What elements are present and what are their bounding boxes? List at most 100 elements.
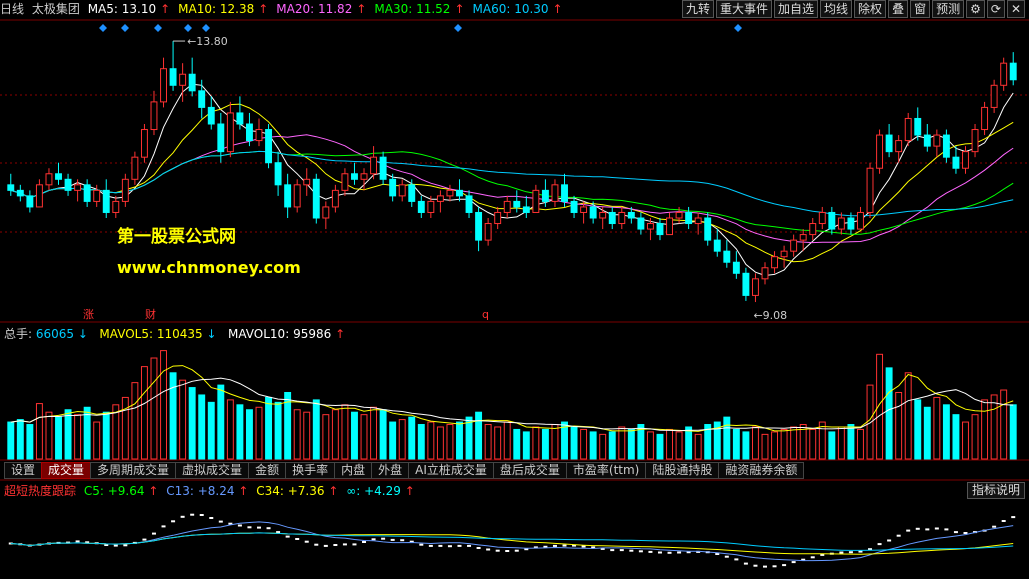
candle-body — [494, 211, 502, 225]
volume-bar — [217, 384, 225, 460]
volume-bar — [398, 419, 406, 460]
candle-body — [818, 211, 826, 225]
tab-item[interactable]: 设置 — [4, 462, 43, 479]
tab-item[interactable]: 多周期成交量 — [90, 462, 177, 479]
refresh-icon[interactable]: ⟳ — [986, 0, 1005, 18]
tab-item[interactable]: 金额 — [248, 462, 287, 479]
tab-item[interactable]: 陆股通持股 — [645, 462, 720, 479]
tab-item[interactable]: 市盈率(ttm) — [565, 462, 647, 479]
candle-body — [341, 173, 349, 191]
indicator-dot — [1001, 520, 1006, 522]
tab-item[interactable]: 外盘 — [371, 462, 410, 479]
indicator-name[interactable]: 超短热度跟踪 — [4, 484, 76, 498]
candle-body — [904, 117, 912, 142]
volume-bar — [971, 414, 979, 460]
volume-bar — [55, 416, 62, 460]
tab-item[interactable]: 盘后成交量 — [492, 462, 567, 479]
tab-item[interactable]: 虚拟成交量 — [175, 462, 250, 479]
volume-bar — [456, 421, 463, 460]
toolbar-button[interactable]: 均线 — [820, 0, 853, 18]
candle-body — [618, 211, 626, 225]
volume-bar — [160, 350, 167, 460]
indicator-tabs: 设置 成交量 多周期成交量 虚拟成交量 金额 换手率 内盘 外盘 AI立桩成交量 盘后成交量 市盈率… — [4, 462, 805, 479]
toolbar-button[interactable]: 叠 — [888, 0, 909, 18]
indicator-dot — [142, 538, 147, 541]
candle-body — [513, 200, 521, 208]
tab-item[interactable]: AI立桩成交量 — [408, 462, 494, 479]
indicator-dot — [457, 544, 462, 547]
candle-body — [484, 223, 492, 241]
candle-body — [1009, 62, 1017, 81]
indicator-dot — [352, 543, 357, 546]
candle-body — [312, 178, 320, 219]
toolbar-button[interactable]: 预测 — [932, 0, 965, 18]
gear-icon[interactable]: ⚙ — [966, 0, 985, 18]
volume-bar — [35, 403, 43, 460]
indicator-dot — [753, 564, 758, 567]
event-label: 涨 — [83, 308, 94, 321]
volume-bar — [580, 428, 588, 460]
candle-body — [828, 211, 836, 230]
indicator-dot — [839, 551, 844, 554]
event-diamond-icon — [734, 24, 742, 32]
candle-body — [1000, 62, 1008, 86]
event-diamond-icon — [121, 24, 129, 32]
indicator-dot — [552, 544, 557, 547]
toolbar-button[interactable]: 加自选 — [774, 0, 819, 18]
toolbar-button[interactable]: 除权 — [854, 0, 887, 18]
indicator-dot — [266, 527, 271, 530]
indicator-dot — [295, 538, 300, 540]
indicator-help-button[interactable]: 指标说明 — [966, 482, 1025, 499]
indicator-dot — [915, 527, 920, 530]
volume-bar — [436, 426, 444, 460]
indicator-dot — [190, 513, 195, 516]
indicator-dot — [925, 528, 930, 531]
volume-bar — [169, 372, 177, 460]
volume-bar — [761, 433, 769, 460]
candle-body — [541, 189, 549, 202]
volume-bar — [866, 384, 874, 460]
tab-item[interactable]: 成交量 — [41, 462, 92, 479]
candle-body — [857, 211, 864, 230]
volume-bar — [102, 411, 110, 460]
candle-body — [26, 195, 34, 208]
volume-bar — [685, 426, 693, 460]
toolbar-button[interactable]: 重大事件 — [716, 0, 773, 18]
volume-bar — [427, 421, 435, 460]
indicator-line — [10, 521, 1014, 562]
volume-bar — [16, 419, 24, 460]
candle-body — [169, 68, 177, 86]
candle-body — [236, 112, 244, 125]
indicator-dot — [371, 538, 376, 541]
toolbar-button[interactable]: 窗 — [910, 0, 931, 18]
volume-bar — [465, 416, 473, 460]
price-chart-header: 日线 太极集团 MA5: 13.10 ↑ MA10: 12.38 ↑ MA20: 11.… — [0, 0, 715, 18]
volume-bar — [150, 357, 158, 460]
candle-body — [446, 189, 454, 197]
total-volume-label: 总手: — [4, 327, 33, 341]
volume-bar — [532, 426, 540, 460]
close-icon[interactable]: ✕ — [1006, 0, 1025, 18]
indicator-dot — [734, 558, 739, 561]
up-arrow-icon: ↑ — [454, 2, 465, 16]
watermark-url: www.chnmoney.com — [117, 258, 301, 277]
volume-bar — [312, 399, 320, 460]
candle-body — [160, 68, 167, 103]
volume-bar — [694, 433, 702, 460]
tab-item[interactable]: 内盘 — [334, 462, 373, 479]
indicator-dot — [419, 543, 424, 546]
tab-item[interactable]: 换手率 — [285, 462, 336, 479]
mavol5-value: 110435 — [156, 327, 203, 341]
indicator-dot — [505, 550, 510, 552]
toolbar-button[interactable]: 九转 — [681, 0, 714, 18]
volume-bar — [265, 396, 273, 460]
candle-body — [207, 106, 215, 125]
tab-item[interactable]: 融资融券余额 — [718, 462, 805, 479]
indicator-dot — [992, 525, 997, 528]
indicator-dot — [333, 544, 338, 546]
candle-body — [217, 123, 225, 153]
volume-bar — [962, 421, 969, 460]
volume-bar — [656, 433, 664, 460]
candle-body — [532, 189, 540, 213]
volume-bar — [732, 428, 740, 460]
